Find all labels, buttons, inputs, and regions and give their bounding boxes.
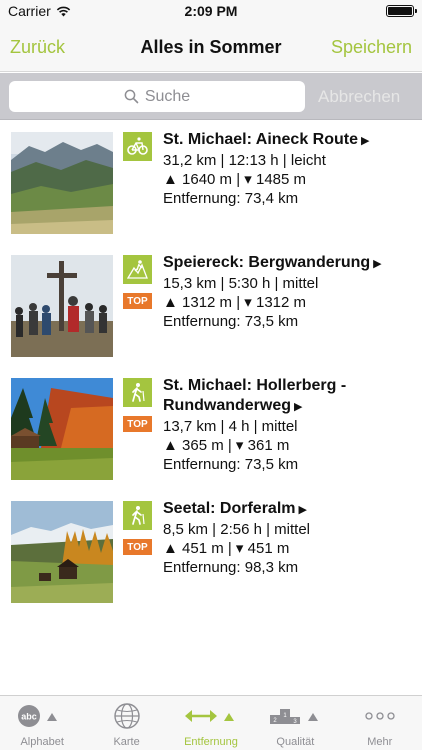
cancel-button[interactable]: Abbrechen [318, 87, 400, 107]
tour-thumbnail [11, 378, 113, 480]
mountain-bike-icon [123, 132, 152, 161]
search-bar: Suche Abbrechen [0, 73, 422, 120]
distance-arrows-icon [184, 710, 234, 722]
tab-bar: abc Alphabet Karte Entfernung 1 2 3 Qual… [0, 695, 422, 750]
disclosure-arrow-icon: ▶ [298, 504, 307, 516]
hiking-icon [123, 378, 152, 407]
tour-elevation: ▲ 1312 m | ▾ 1312 m [163, 294, 307, 311]
tour-elevation: ▲ 451 m | ▾ 451 m [163, 540, 290, 557]
tab-alphabet[interactable]: abc Alphabet [0, 696, 84, 750]
top-badge: TOP [123, 416, 152, 432]
disclosure-arrow-icon: ▶ [361, 135, 370, 147]
tour-info: St. Michael: Hollerberg - Rundwanderweg ▶… [163, 376, 417, 474]
tab-mehr[interactable]: Mehr [338, 696, 422, 750]
tour-distance: Entfernung: 73,5 km [163, 456, 299, 473]
battery-icon [386, 5, 417, 17]
tour-stats: 8,5 km | 2:56 h | mittel [163, 521, 311, 538]
tour-title: St. Michael: Aineck Route [163, 131, 358, 148]
status-time: 2:09 PM [184, 3, 238, 19]
abc-sort-icon: abc [18, 705, 58, 727]
top-badge: TOP [123, 539, 152, 555]
globe-icon [113, 703, 140, 729]
tab-label: Qualität [276, 736, 315, 748]
tour-title: Seetal: Dorferalm [163, 500, 296, 517]
search-placeholder: Suche [144, 87, 191, 105]
tour-list-item[interactable]: St. Michael: Aineck Route ▶ 31,2 km | 12:… [0, 120, 422, 243]
tour-stats: 13,7 km | 4 h | mittel [163, 418, 298, 435]
tour-elevation: ▲ 365 m | ▾ 361 m [163, 437, 290, 454]
tab-qualitaet[interactable]: 1 2 3 Qualität [253, 696, 337, 750]
tour-info: St. Michael: Aineck Route ▶ 31,2 km | 12:… [163, 130, 417, 208]
tour-info: Speiereck: Bergwanderung ▶ 15,3 km | 5:30… [163, 253, 417, 331]
tour-stats: 15,3 km | 5:30 h | mittel [163, 275, 319, 292]
status-bar: Carrier 2:09 PM [0, 0, 422, 22]
tour-thumbnail [11, 255, 113, 357]
tour-elevation: ▲ 1640 m | ▾ 1485 m [163, 171, 307, 188]
tour-title: Speiereck: Bergwanderung [163, 254, 371, 271]
more-icon [365, 712, 395, 720]
tour-title: St. Michael: Hollerberg - Rundwanderweg [163, 377, 347, 414]
tab-label: Entfernung [184, 736, 238, 748]
tour-info: Seetal: Dorferalm ▶ 8,5 km | 2:56 h | mit… [163, 499, 417, 577]
tab-entfernung[interactable]: Entfernung [169, 696, 253, 750]
disclosure-arrow-icon: ▶ [373, 258, 382, 270]
tour-list: St. Michael: Aineck Route ▶ 31,2 km | 12:… [0, 120, 422, 612]
back-button[interactable]: Zurück [10, 37, 65, 58]
navigation-bar: Zurück Alles in Sommer Speichern [0, 22, 422, 72]
top-badge: TOP [123, 293, 152, 309]
hiking-icon [123, 501, 152, 530]
tour-thumbnail [11, 132, 113, 234]
tour-list-item[interactable]: TOP Seetal: Dorferalm ▶ 8,5 km | 2:56 h |… [0, 489, 422, 612]
tour-distance: Entfernung: 73,5 km [163, 313, 299, 330]
tab-karte[interactable]: Karte [84, 696, 168, 750]
tour-list-item[interactable]: TOP St. Michael: Hollerberg - Rundwander… [0, 366, 422, 489]
search-input[interactable]: Suche [9, 81, 305, 112]
tab-label: Karte [113, 736, 140, 748]
tour-list-item[interactable]: TOP Speiereck: Bergwanderung ▶ 15,3 km | … [0, 243, 422, 366]
mountain-hike-icon [123, 255, 152, 284]
save-button[interactable]: Speichern [331, 37, 412, 58]
tour-distance: Entfernung: 98,3 km [163, 559, 299, 576]
search-icon [124, 89, 139, 104]
tour-thumbnail [11, 501, 113, 603]
tour-stats: 31,2 km | 12:13 h | leicht [163, 152, 326, 169]
svg-text:abc: abc [21, 712, 37, 722]
podium-icon: 1 2 3 [270, 709, 319, 725]
disclosure-arrow-icon: ▶ [294, 401, 303, 413]
tab-label: Mehr [367, 736, 393, 748]
tour-distance: Entfernung: 73,4 km [163, 190, 299, 207]
tab-label: Alphabet [20, 736, 64, 748]
